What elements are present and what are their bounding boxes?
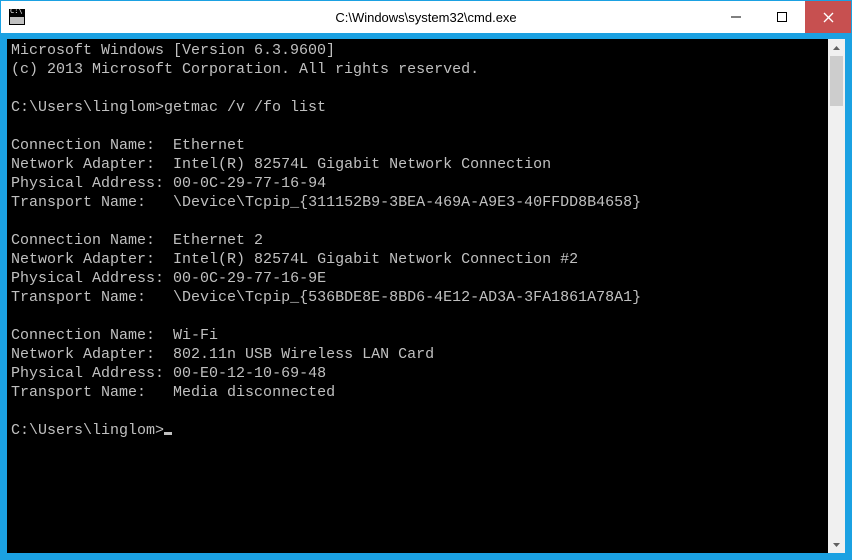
header-line-2: (c) 2013 Microsoft Corporation. All righ… [11,61,479,78]
scroll-up-button[interactable] [828,39,845,56]
conn-name-value: Ethernet [173,137,245,154]
adapter-value: Intel(R) 82574L Gigabit Network Connecti… [173,251,578,268]
conn-name-value: Wi-Fi [173,327,218,344]
conn-name-label: Connection Name: [11,327,155,344]
transport-label: Transport Name: [11,289,146,306]
command-1: getmac /v /fo list [164,99,326,116]
transport-value: \Device\Tcpip_{536BDE8E-8BD6-4E12-AD3A-3… [173,289,641,306]
close-button[interactable] [805,1,851,33]
header-line-1: Microsoft Windows [Version 6.3.9600] [11,42,335,59]
minimize-button[interactable] [713,1,759,33]
physaddr-label: Physical Address: [11,175,164,192]
maximize-button[interactable] [759,1,805,33]
cmd-window: C:\Windows\system32\cmd.exe Microsoft Wi… [0,0,852,560]
physaddr-value: 00-0C-29-77-16-94 [173,175,326,192]
console[interactable]: Microsoft Windows [Version 6.3.9600] (c)… [7,39,845,553]
physaddr-label: Physical Address: [11,365,164,382]
adapter-value: 802.11n USB Wireless LAN Card [173,346,434,363]
adapter-value: Intel(R) 82574L Gigabit Network Connecti… [173,156,551,173]
adapter-label: Network Adapter: [11,156,155,173]
prompt-1: C:\Users\linglom> [11,99,164,116]
prompt-2: C:\Users\linglom> [11,422,164,439]
transport-label: Transport Name: [11,194,146,211]
conn-name-label: Connection Name: [11,232,155,249]
physaddr-value: 00-0C-29-77-16-9E [173,270,326,287]
titlebar[interactable]: C:\Windows\system32\cmd.exe [1,1,851,33]
physaddr-value: 00-E0-12-10-69-48 [173,365,326,382]
cursor [164,432,172,435]
adapter-label: Network Adapter: [11,346,155,363]
adapter-label: Network Adapter: [11,251,155,268]
scroll-track[interactable] [828,56,845,536]
window-controls [713,1,851,33]
content-area: Microsoft Windows [Version 6.3.9600] (c)… [1,33,851,559]
transport-label: Transport Name: [11,384,146,401]
conn-name-value: Ethernet 2 [173,232,263,249]
transport-value: \Device\Tcpip_{311152B9-3BEA-469A-A9E3-4… [173,194,641,211]
conn-name-label: Connection Name: [11,137,155,154]
cmd-icon [9,9,25,25]
scroll-down-button[interactable] [828,536,845,553]
console-output: Microsoft Windows [Version 6.3.9600] (c)… [7,39,845,442]
scrollbar[interactable] [828,39,845,553]
scroll-thumb[interactable] [830,56,843,106]
physaddr-label: Physical Address: [11,270,164,287]
transport-value: Media disconnected [173,384,335,401]
